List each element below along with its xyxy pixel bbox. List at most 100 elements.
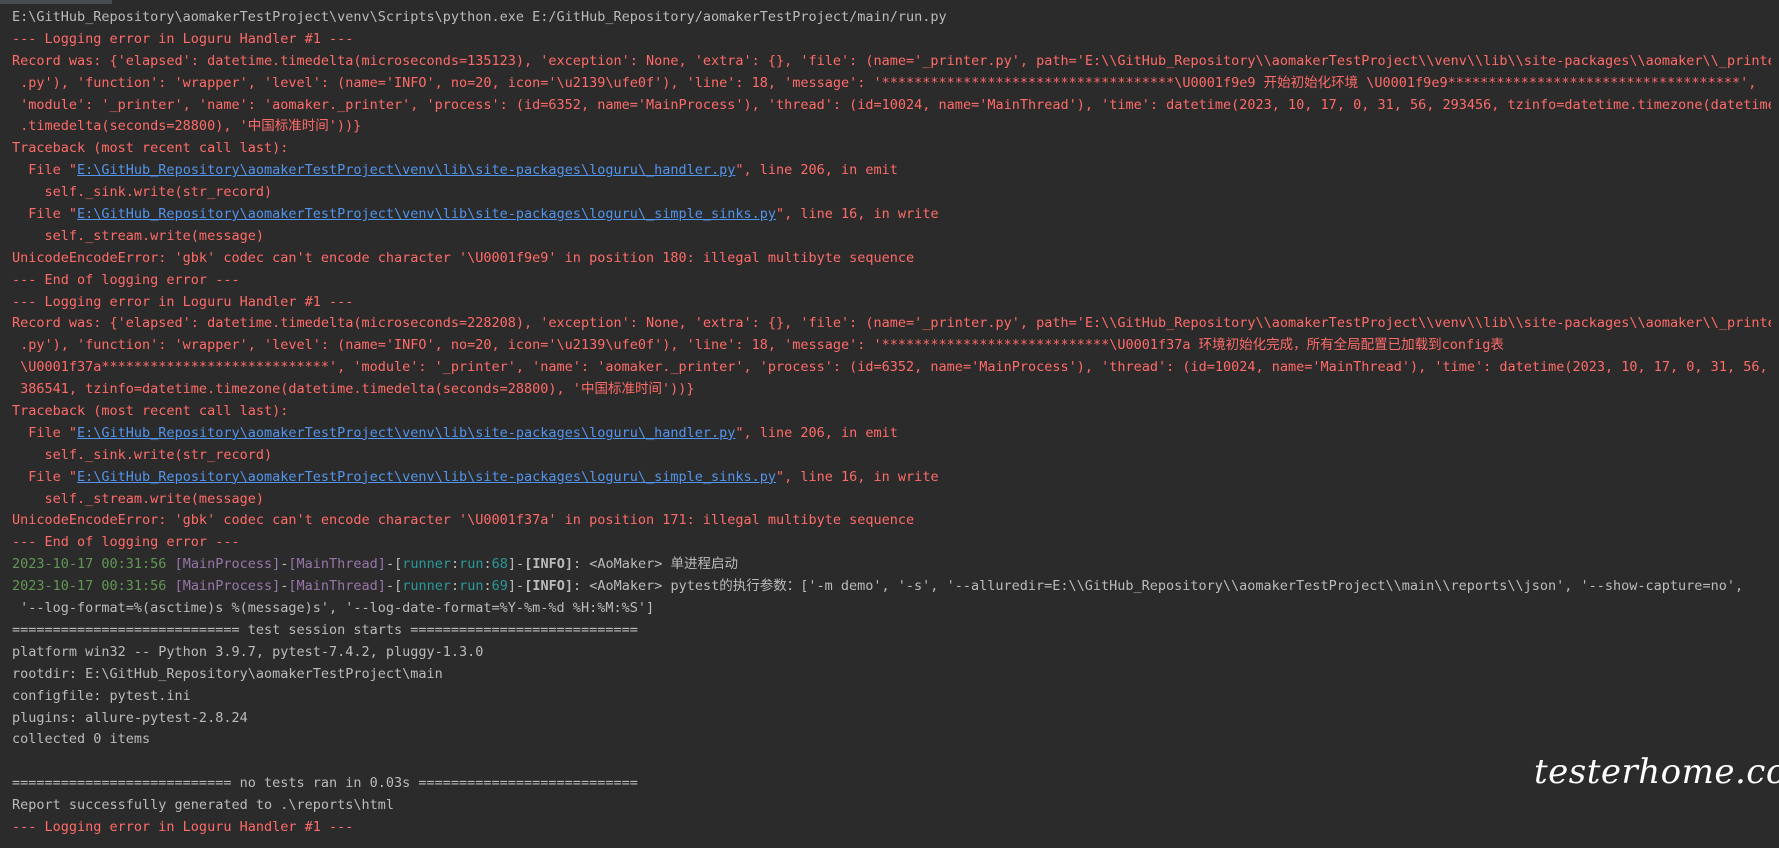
console-line: Record was: {'elapsed': datetime.timedel… bbox=[12, 51, 1771, 73]
console-text: [MainProcess] bbox=[174, 578, 281, 595]
console-text: 2023-10-17 00:31:56 bbox=[12, 578, 167, 595]
console-line: UnicodeEncodeError: 'gbk' codec can't en… bbox=[12, 248, 1771, 270]
console-text: File " bbox=[12, 162, 78, 179]
console-line: ============================ test sessio… bbox=[12, 620, 1771, 642]
console-text: rootdir: E:\GitHub_Repository\aomakerTes… bbox=[12, 665, 443, 682]
file-path-link[interactable]: E:\GitHub_Repository\aomakerTestProject\… bbox=[77, 162, 735, 178]
console-text: [MainThread] bbox=[288, 578, 386, 595]
console-text: -[ bbox=[385, 556, 403, 573]
console-text: UnicodeEncodeError: 'gbk' codec can't en… bbox=[12, 512, 915, 529]
console-line: --- End of logging error --- bbox=[12, 532, 1771, 554]
console-text: Record was: {'elapsed': datetime.timedel… bbox=[12, 315, 1771, 332]
console-line: UnicodeEncodeError: 'gbk' codec can't en… bbox=[12, 510, 1771, 532]
console-text: --- End of logging error --- bbox=[12, 271, 240, 288]
console-text: ", line 16, in write bbox=[776, 468, 939, 485]
file-path-link[interactable]: E:\GitHub_Repository\aomakerTestProject\… bbox=[77, 425, 735, 441]
console-text: ", line 206, in emit bbox=[735, 162, 898, 179]
console-text: ]- bbox=[507, 578, 525, 595]
console-text: 'module': '_printer', 'name': 'aomaker._… bbox=[12, 96, 1771, 113]
console-line: .timedelta(seconds=28800), '中国标准时间'))} bbox=[12, 116, 1771, 138]
console-text: 69 bbox=[491, 578, 508, 595]
console-text: 68 bbox=[491, 556, 508, 573]
console-text: plugins: allure-pytest-2.8.24 bbox=[12, 709, 248, 726]
console-output: E:\GitHub_Repository\aomakerTestProject\… bbox=[12, 7, 1771, 848]
console-text: configfile: pytest.ini bbox=[12, 687, 191, 704]
console-text: run bbox=[459, 556, 484, 573]
console-line: self._sink.write(str_record) bbox=[12, 182, 1771, 204]
console-line: 2023-10-17 00:31:56 [MainProcess]-[MainT… bbox=[12, 576, 1771, 598]
console-text: : bbox=[483, 578, 492, 595]
console-line: 386541, tzinfo=datetime.timezone(datetim… bbox=[12, 379, 1771, 401]
console-line: self._sink.write(str_record) bbox=[12, 445, 1771, 467]
console-text: -[ bbox=[385, 578, 403, 595]
console-line: --- End of logging error --- bbox=[12, 270, 1771, 292]
console-text: self._sink.write(str_record) bbox=[12, 184, 273, 201]
console-line: platform win32 -- Python 3.9.7, pytest-7… bbox=[12, 642, 1771, 664]
console-line: self._stream.write(message) bbox=[12, 226, 1771, 248]
console-line: 2023-10-17 00:31:56 [MainProcess]-[MainT… bbox=[12, 554, 1771, 576]
console-line: plugins: allure-pytest-2.8.24 bbox=[12, 708, 1771, 730]
console-line: File "E:\GitHub_Repository\aomakerTestPr… bbox=[12, 160, 1771, 182]
console-line: E:\GitHub_Repository\aomakerTestProject\… bbox=[12, 7, 1771, 29]
console-text: : <AoMaker> pytest的执行参数：['-m demo', '-s'… bbox=[572, 578, 1744, 595]
console-text: platform win32 -- Python 3.9.7, pytest-7… bbox=[12, 643, 484, 660]
scroll-indicator[interactable] bbox=[0, 0, 112, 4]
console-text: --- Logging error in Loguru Handler #1 -… bbox=[12, 818, 354, 835]
console-line: File "E:\GitHub_Repository\aomakerTestPr… bbox=[12, 204, 1771, 226]
console-text: run bbox=[459, 578, 484, 595]
console-text: ]- bbox=[507, 556, 525, 573]
file-path-link[interactable]: E:\GitHub_Repository\aomakerTestProject\… bbox=[77, 469, 776, 485]
console-text: =========================== no tests ran… bbox=[12, 775, 638, 792]
console-line: configfile: pytest.ini bbox=[12, 686, 1771, 708]
console-line: =========================== no tests ran… bbox=[12, 773, 1771, 795]
console-text: self._stream.write(message) bbox=[12, 490, 264, 507]
console-text: Report successfully generated to .\repor… bbox=[12, 797, 395, 814]
console-line: --- Logging error in Loguru Handler #1 -… bbox=[12, 817, 1771, 839]
console-text: E:\GitHub_Repository\aomakerTestProject\… bbox=[12, 9, 947, 25]
console-text: [MainProcess] bbox=[174, 556, 281, 573]
console-text: : <AoMaker> 单进程启动 bbox=[572, 556, 739, 573]
console-text: ", line 16, in write bbox=[776, 206, 939, 223]
console-text: collected 0 items bbox=[12, 731, 151, 748]
console-text: ============================ test sessio… bbox=[12, 621, 638, 638]
console-text: --- Logging error in Loguru Handler #1 -… bbox=[12, 30, 354, 47]
console-line: rootdir: E:\GitHub_Repository\aomakerTes… bbox=[12, 664, 1771, 686]
console-text: --- End of logging error --- bbox=[12, 534, 240, 551]
console-text: ", line 206, in emit bbox=[735, 424, 898, 441]
console-text: '--log-format=%(asctime)s %(message)s', … bbox=[12, 600, 655, 617]
console-text: : bbox=[483, 556, 492, 573]
console-line: File "E:\GitHub_Repository\aomakerTestPr… bbox=[12, 467, 1771, 489]
console-line: collected 0 items bbox=[12, 729, 1771, 751]
console-text: : bbox=[450, 578, 460, 595]
console-line: .py'), 'function': 'wrapper', 'level': (… bbox=[12, 73, 1771, 95]
console-text: Traceback (most recent call last): bbox=[12, 403, 289, 420]
console-line: Traceback (most recent call last): bbox=[12, 138, 1771, 160]
console-text: self._sink.write(str_record) bbox=[12, 446, 273, 463]
file-path-link[interactable]: E:\GitHub_Repository\aomakerTestProject\… bbox=[77, 206, 776, 222]
console-line: .py'), 'function': 'wrapper', 'level': (… bbox=[12, 335, 1771, 357]
console-text: \U0001f37a****************************',… bbox=[12, 359, 1768, 376]
console-text: .py'), 'function': 'wrapper', 'level': (… bbox=[12, 337, 1504, 354]
console-line: 'module': '_printer', 'name': 'aomaker._… bbox=[12, 95, 1771, 117]
console-line: --- Logging error in Loguru Handler #1 -… bbox=[12, 292, 1771, 314]
watermark-logo: testerhome.com bbox=[1534, 752, 1779, 792]
console-text: runner bbox=[402, 578, 451, 595]
console-line: File "E:\GitHub_Repository\aomakerTestPr… bbox=[12, 423, 1771, 445]
console-text: File " bbox=[12, 468, 78, 485]
console-line: Report successfully generated to .\repor… bbox=[12, 795, 1771, 817]
console-line: '--log-format=%(asctime)s %(message)s', … bbox=[12, 598, 1771, 620]
console-text: .py'), 'function': 'wrapper', 'level': (… bbox=[12, 74, 1757, 91]
console-text: self._stream.write(message) bbox=[12, 227, 264, 244]
console-text: Traceback (most recent call last): bbox=[12, 140, 289, 157]
console-text: --- Logging error in Loguru Handler #1 -… bbox=[12, 293, 354, 310]
console-line: self._stream.write(message) bbox=[12, 489, 1771, 511]
console-text: File " bbox=[12, 424, 78, 441]
console-text: [INFO] bbox=[524, 556, 573, 573]
console-line: Record was: {'elapsed': datetime.timedel… bbox=[12, 313, 1771, 335]
console-text: File " bbox=[12, 206, 78, 223]
console-text: .timedelta(seconds=28800), '中国标准时间'))} bbox=[12, 118, 362, 135]
console-text: [MainThread] bbox=[288, 556, 386, 573]
